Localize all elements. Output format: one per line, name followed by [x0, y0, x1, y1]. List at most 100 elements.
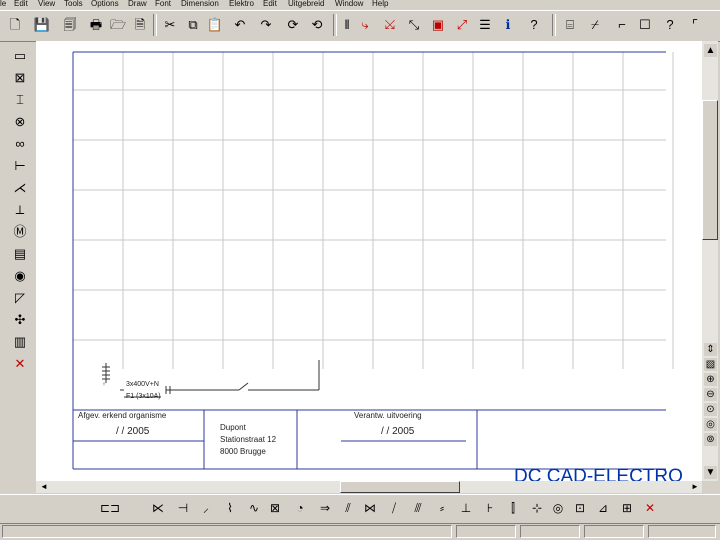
resistor-icon[interactable]: ⌶ — [8, 90, 32, 110]
switch-icon[interactable]: ⸝ — [196, 498, 216, 518]
toolbar-separator — [552, 14, 556, 36]
meter-icon[interactable]: ▤ — [8, 244, 32, 264]
measure-icon[interactable]: ⤢ — [452, 15, 472, 35]
menu-tools[interactable]: Tools — [64, 0, 83, 8]
print-preview-icon[interactable]: 🗐 — [60, 15, 80, 35]
fuse-icon[interactable]: ⫿ — [503, 498, 523, 518]
menu-bar: le Edit View Tools Options Draw Font Dim… — [0, 0, 720, 9]
vertical-scroll-thumb[interactable] — [702, 100, 718, 240]
contact-icon[interactable]: ⫽ — [338, 498, 358, 518]
properties-icon[interactable]: 🗎 — [130, 15, 150, 35]
mid-date: / / 2005 — [381, 426, 415, 437]
sensor-icon[interactable]: ◎ — [548, 498, 568, 518]
parallel-lines-icon[interactable]: ‖ — [337, 15, 357, 35]
zoom-extents-icon[interactable]: ⇕ — [704, 343, 717, 356]
lamp-icon[interactable]: ⊿ — [593, 498, 613, 518]
battery-icon[interactable]: ▥ — [8, 332, 32, 352]
target-icon[interactable]: ◉ — [8, 266, 32, 286]
diode-icon[interactable]: ⊣ — [173, 498, 193, 518]
drawing-frame — [72, 51, 666, 470]
contact-icon[interactable]: ⊠ — [8, 68, 32, 88]
box-icon[interactable]: ☐ — [635, 15, 655, 35]
menu-options[interactable]: Options — [91, 0, 119, 8]
contact-no-icon[interactable]: ⫻ — [408, 498, 428, 518]
cross-contact-icon[interactable]: ⋈ — [360, 498, 380, 518]
menu-elektro[interactable]: Elektro — [229, 0, 254, 8]
corner-icon[interactable]: ⌐ — [612, 15, 632, 35]
coil-icon[interactable]: ⊡ — [570, 498, 590, 518]
fan-icon[interactable]: ✣ — [8, 310, 32, 330]
menu-edit-2[interactable]: Edit — [263, 0, 277, 8]
motor-icon[interactable]: Ⓜ — [8, 222, 32, 242]
menu-font[interactable]: Font — [155, 0, 171, 8]
list-icon[interactable]: ☰ — [475, 15, 495, 35]
node-line-icon[interactable]: ⤩ — [380, 15, 400, 35]
symbol-icon[interactable]: ⌿ — [585, 15, 605, 35]
left-date: / / 2005 — [116, 426, 150, 437]
transformer-icon[interactable]: ∞ — [8, 134, 32, 154]
scroll-up-icon[interactable]: ▲ — [704, 44, 717, 57]
fuse-icon[interactable]: ▭ — [8, 46, 32, 66]
switch-alt-icon[interactable]: ⊦ — [480, 498, 500, 518]
breaker-icon[interactable]: ⋌ — [8, 178, 32, 198]
menu-edit[interactable]: Edit — [14, 0, 28, 8]
step-line-icon[interactable]: ⤷ — [355, 15, 375, 35]
copy-icon[interactable]: ⧉ — [183, 15, 203, 35]
help-icon[interactable]: ? — [660, 15, 680, 35]
zoom-all-icon[interactable]: ◎ — [704, 418, 717, 431]
arrow-icon[interactable]: ⇒ — [315, 498, 335, 518]
socket-icon[interactable]: ⟂ — [8, 200, 32, 220]
print-icon[interactable]: 🖶 — [86, 15, 106, 35]
thermal-icon[interactable]: ⊹ — [527, 498, 547, 518]
info-icon[interactable]: ℹ — [498, 15, 518, 35]
diagonal-line-icon[interactable]: ⤡ — [404, 15, 424, 35]
redraw-icon[interactable]: ⟳ — [283, 15, 303, 35]
drawing-canvas[interactable]: ⏚ 3x400V+N F1 (3x10A) Afgev. erkend orga… — [36, 41, 702, 481]
menu-help[interactable]: Help — [372, 0, 388, 8]
transistor-icon[interactable]: ⋉ — [148, 498, 168, 518]
menu-dimension[interactable]: Dimension — [181, 0, 219, 8]
menu-file[interactable]: le — [0, 0, 6, 8]
grid-select-icon[interactable]: ⌸ — [560, 15, 580, 35]
undo-icon[interactable]: ↶ — [230, 15, 250, 35]
menu-view[interactable]: View — [38, 0, 55, 8]
cross-box-icon[interactable]: ⊠ — [265, 498, 285, 518]
context-help-icon[interactable]: ? — [524, 15, 544, 35]
redo-icon[interactable]: ↷ — [256, 15, 276, 35]
contact-nc-icon[interactable]: ⸗ — [432, 498, 452, 518]
new-icon[interactable]: 🗋 — [5, 15, 25, 35]
pan-icon[interactable]: ⊚ — [704, 433, 717, 446]
slope-icon[interactable]: ◸ — [8, 288, 32, 308]
timer-icon[interactable]: ◔ — [290, 498, 310, 518]
paste-icon[interactable]: 📋 — [205, 15, 225, 35]
pushbutton-icon[interactable]: ⊥ — [456, 498, 476, 518]
lamp-icon[interactable]: ⊗ — [8, 112, 32, 132]
supply-label: 3x400V+N — [126, 381, 159, 388]
terminal-icon[interactable]: ⊞ — [617, 498, 637, 518]
relay-icon[interactable]: ⌇ — [220, 498, 240, 518]
wave-icon[interactable]: ∿ — [244, 498, 264, 518]
cut-icon[interactable]: ✂ — [160, 15, 180, 35]
switch-icon[interactable]: ⊢ — [8, 156, 32, 176]
menu-draw[interactable]: Draw — [128, 0, 147, 8]
open-icon[interactable]: 🗁 — [108, 15, 128, 35]
scroll-right-icon[interactable]: ► — [689, 481, 701, 493]
rectangle-select-icon[interactable]: ▣ — [428, 15, 448, 35]
scroll-left-icon[interactable]: ◄ — [38, 481, 50, 493]
menu-uitgebreid[interactable]: Uitgebreid — [288, 0, 324, 8]
breaker-icon[interactable]: ⧸ — [384, 498, 404, 518]
zoom-previous-icon[interactable]: ⊙ — [704, 403, 717, 416]
address-line-3: 8000 Brugge — [220, 447, 266, 456]
delete-icon[interactable]: ✕ — [8, 354, 32, 374]
delete-icon[interactable]: ✕ — [640, 498, 660, 518]
menu-window[interactable]: Window — [335, 0, 363, 8]
horizontal-scroll-thumb[interactable] — [340, 481, 460, 493]
scroll-down-icon[interactable]: ▼ — [704, 466, 717, 479]
zoom-corner-icon[interactable]: ⌜ — [685, 15, 705, 35]
zoom-in-icon[interactable]: ⊕ — [704, 373, 717, 386]
refresh-icon[interactable]: ⟲ — [307, 15, 327, 35]
capacitor-icon[interactable]: ⊏⊐ — [100, 498, 120, 518]
zoom-window-icon[interactable]: ▧ — [704, 358, 717, 371]
zoom-out-icon[interactable]: ⊖ — [704, 388, 717, 401]
save-icon[interactable]: 💾 — [32, 15, 52, 35]
